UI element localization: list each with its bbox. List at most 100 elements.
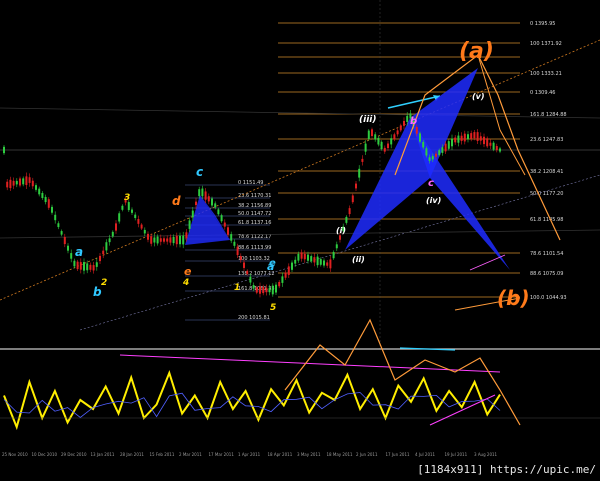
date-tick: 18 Apr 2011 [268, 452, 293, 457]
date-tick: 10 Dec 2010 [32, 452, 58, 457]
candle-body [140, 224, 143, 229]
candle-body [150, 236, 153, 244]
candle-body [191, 210, 194, 218]
candle-body [44, 196, 47, 203]
candle-body [15, 180, 18, 185]
candle-body [380, 141, 383, 150]
wave-label: (iv) [426, 196, 441, 205]
candle-body [159, 238, 162, 242]
candle-body [447, 141, 450, 149]
candle-body [198, 189, 201, 197]
candle-body [476, 132, 479, 141]
wave-label: (b) [497, 286, 530, 310]
candle-body [479, 136, 482, 141]
candle-body [41, 193, 44, 198]
candle-body [483, 136, 485, 145]
candle-body [463, 133, 466, 142]
wave-label: 5 [270, 303, 276, 313]
candle-body [38, 188, 41, 195]
candle-body [329, 259, 332, 269]
wave-label: e [269, 258, 276, 269]
candle-body [454, 137, 457, 143]
date-tick: 2 Jun 2011 [356, 452, 378, 457]
candle-body [156, 236, 159, 244]
candle-body [486, 138, 489, 147]
candle-body [166, 238, 169, 242]
fib-label: 0 1309.46 [530, 90, 555, 96]
candle-body [403, 120, 405, 126]
candle-body [303, 253, 306, 260]
date-tick: 3 May 2011 [297, 452, 321, 457]
candle-body [236, 246, 239, 256]
candle-body [67, 245, 69, 251]
candle-body [339, 235, 341, 240]
date-tick: 1 Apr 2011 [238, 452, 261, 457]
candle-body [438, 150, 441, 156]
candle-body [431, 156, 434, 160]
candle-body [243, 262, 245, 268]
fib-small-label: 100 1103.32 [238, 256, 270, 262]
candle-body [60, 231, 63, 235]
candle-body [425, 148, 428, 156]
date-tick: 28 Jan 2011 [120, 452, 144, 457]
candle-body [259, 286, 261, 294]
candle-body [169, 237, 172, 243]
candle-body [268, 287, 271, 293]
fib-label: 100 1371.92 [530, 41, 562, 47]
chart-canvas: 0 1395.95 100 1371.92 100 1333.21 0 1309.46… [0, 0, 600, 481]
date-axis: 25 Nov 2010 10 Dec 2010 29 Dec 2010 13 Jan … [2, 452, 498, 457]
date-tick: 17 Jun 2011 [386, 452, 411, 457]
candle-body [351, 195, 354, 203]
candle-body [371, 129, 373, 137]
candle-body [182, 235, 185, 245]
candle-body [239, 256, 242, 261]
date-tick: 4 Jul 2011 [415, 452, 436, 457]
candle-body [57, 223, 60, 228]
candle-body [63, 236, 66, 245]
fib-label: 38.2 1208.41 [530, 169, 563, 175]
wave-label: 1 [234, 283, 240, 293]
fib-label: 0 1395.95 [530, 21, 555, 27]
candle-body [99, 255, 101, 262]
candle-body [179, 235, 181, 245]
candle-body [355, 183, 357, 189]
fib-label: 61.8 1145.98 [530, 217, 563, 223]
candle-body [489, 142, 492, 146]
candle-body [495, 146, 498, 151]
wave-label: d [172, 194, 181, 208]
candle-body [223, 222, 226, 227]
wave-label: c [196, 165, 203, 179]
candle-body [70, 253, 73, 259]
candle-body [79, 262, 82, 270]
candle-body [255, 287, 258, 293]
candle-body [396, 130, 399, 135]
candle-body [105, 242, 108, 251]
candle-body [83, 262, 85, 271]
fib-label: 50.0 1177.20 [530, 191, 563, 197]
fib-label: 100.0 1044.93 [530, 295, 567, 301]
candle-body [383, 147, 386, 152]
candle-body [499, 148, 501, 152]
candle-body [345, 216, 348, 223]
candle-body [207, 196, 210, 202]
date-tick: 2 Mar 2011 [179, 452, 202, 457]
candle-body [73, 260, 76, 267]
candle-body [435, 153, 437, 157]
date-tick: 19 Jul 2011 [445, 452, 468, 457]
candle-body [220, 215, 223, 222]
wave-label: 2 [101, 278, 107, 288]
candle-body [201, 188, 204, 197]
candle-body [287, 266, 290, 275]
candle-body [335, 244, 338, 249]
candle-body [262, 286, 265, 294]
candle-body [92, 265, 95, 271]
candle-body [323, 260, 325, 266]
candle-body [147, 233, 149, 240]
candle-body [127, 202, 130, 211]
candle-body [86, 263, 89, 271]
candle-body [419, 133, 421, 142]
candle-body [204, 191, 207, 200]
candle-body [470, 133, 473, 139]
wave-label: e [184, 265, 192, 278]
date-tick: 17 Mar 2011 [209, 452, 235, 457]
